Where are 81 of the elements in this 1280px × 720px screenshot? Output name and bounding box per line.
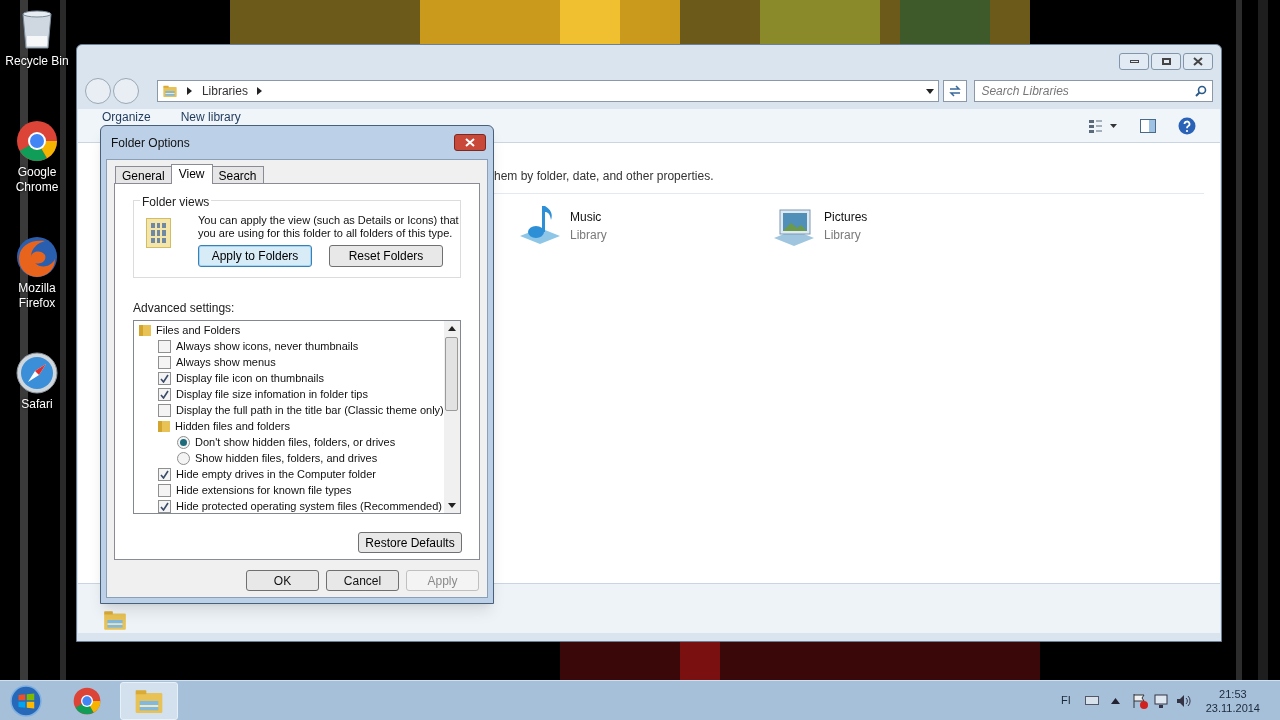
checkbox[interactable] xyxy=(158,387,171,401)
folder-icon xyxy=(161,83,178,99)
maximize-icon xyxy=(1161,58,1171,65)
close-icon xyxy=(1193,57,1203,66)
option-label[interactable]: Don't show hidden files, folders, or drives xyxy=(195,433,396,451)
scroll-up-icon[interactable] xyxy=(447,325,456,333)
start-button[interactable] xyxy=(8,682,44,719)
desktop-icon-label[interactable]: Google Chrome xyxy=(5,165,69,195)
help-icon[interactable] xyxy=(1178,116,1196,135)
keyboard-icon[interactable] xyxy=(1084,696,1099,705)
desktop-icon-label[interactable]: Recycle Bin xyxy=(5,54,69,69)
address-bar[interactable]: Libraries xyxy=(156,80,940,102)
option-label[interactable]: Hide protected operating system files (Recommended) xyxy=(176,497,442,515)
close-button[interactable] xyxy=(1183,53,1213,70)
tree-group-label: Files and Folders xyxy=(156,322,241,338)
dialog-title: Folder Options xyxy=(111,134,190,152)
section-label: Advanced settings: xyxy=(133,300,236,317)
checkbox[interactable] xyxy=(158,467,171,481)
minimize-button[interactable] xyxy=(1119,53,1149,70)
tab[interactable]: General xyxy=(115,166,172,184)
chevron-icon[interactable] xyxy=(185,87,194,95)
option-label[interactable]: Display file size infomation in folder tips xyxy=(176,385,368,403)
tree-group-label: Hidden files and folders xyxy=(175,418,290,434)
library-subtitle: Library xyxy=(824,227,862,244)
desktop-icon-label[interactable]: Safari xyxy=(5,397,69,412)
view-options-icon[interactable] xyxy=(1088,118,1118,133)
button[interactable]: Cancel xyxy=(326,570,399,591)
dropdown-arrow-icon[interactable] xyxy=(926,87,935,95)
radio-button[interactable] xyxy=(177,435,190,449)
description-text: hem by folder, date, and other properties. xyxy=(494,168,715,185)
folder-view-icon xyxy=(146,218,171,248)
flag-icon[interactable] xyxy=(1131,692,1148,709)
network-icon[interactable] xyxy=(1153,692,1170,709)
folder-icon xyxy=(139,324,151,336)
clock-date[interactable]: 23.11.2014 xyxy=(1205,700,1260,715)
tab[interactable]: View xyxy=(170,164,213,184)
scroll-thumb[interactable] xyxy=(445,337,459,411)
close-button[interactable] xyxy=(454,134,486,151)
option-label[interactable]: Always show menus xyxy=(176,353,276,371)
folder-icon xyxy=(158,420,170,432)
search-field[interactable]: Search Libraries xyxy=(974,80,1213,102)
organize-menu[interactable]: Organize xyxy=(102,111,151,124)
refresh-icon xyxy=(948,85,963,97)
scrollbar[interactable] xyxy=(443,321,460,513)
library-subtitle: Library xyxy=(570,227,607,244)
checkbox[interactable] xyxy=(158,483,171,497)
option-label[interactable]: Show hidden files, folders, and drives xyxy=(195,449,378,467)
scroll-down-icon[interactable] xyxy=(447,501,456,509)
chevron-icon[interactable] xyxy=(255,87,264,95)
toolbar-button[interactable]: New library xyxy=(180,111,241,124)
search-icon xyxy=(1195,85,1207,97)
clock-time[interactable]: 21:53 xyxy=(1219,686,1247,701)
folder-views-text: You can apply the view (such as Details or Icons) that you are using for this folder to all folders of this type. xyxy=(198,214,460,240)
option-label[interactable]: Always show icons, never thumbnails xyxy=(176,337,359,355)
library-name[interactable]: Music xyxy=(570,208,607,226)
tab[interactable]: Search xyxy=(211,166,264,184)
option-label[interactable]: Hide extensions for known file types xyxy=(176,481,352,499)
checkbox[interactable] xyxy=(158,371,171,385)
checkbox[interactable] xyxy=(158,403,171,417)
option-label[interactable]: Hide empty drives in the Computer folder xyxy=(176,465,376,483)
library-name[interactable]: Pictures xyxy=(824,208,868,226)
close-icon xyxy=(465,138,475,147)
checkbox[interactable] xyxy=(158,499,171,513)
checkbox[interactable] xyxy=(158,339,171,353)
button[interactable]: OK xyxy=(246,570,319,591)
button[interactable]: Apply to Folders xyxy=(198,245,312,267)
option-label[interactable]: Display file icon on thumbnails xyxy=(176,369,324,387)
breadcrumb[interactable]: Libraries xyxy=(201,82,248,100)
language-indicator[interactable]: FI xyxy=(1060,692,1071,709)
show-hidden-icons[interactable] xyxy=(1110,697,1120,704)
desktop-icon-label[interactable]: Mozilla Firefox xyxy=(5,281,69,311)
minimize-icon xyxy=(1129,60,1139,63)
button[interactable]: Reset Folders xyxy=(329,245,443,267)
refresh-button[interactable] xyxy=(943,80,968,102)
maximize-button[interactable] xyxy=(1151,53,1181,70)
compass-icon xyxy=(13,349,61,397)
option-label[interactable]: Display the full path in the title bar (Classic theme only) xyxy=(176,401,444,419)
radio-button[interactable] xyxy=(177,451,190,465)
checkbox[interactable] xyxy=(158,355,171,369)
restore-defaults-button[interactable]: Restore Defaults xyxy=(358,532,462,553)
preview-pane-icon[interactable] xyxy=(1140,118,1156,133)
